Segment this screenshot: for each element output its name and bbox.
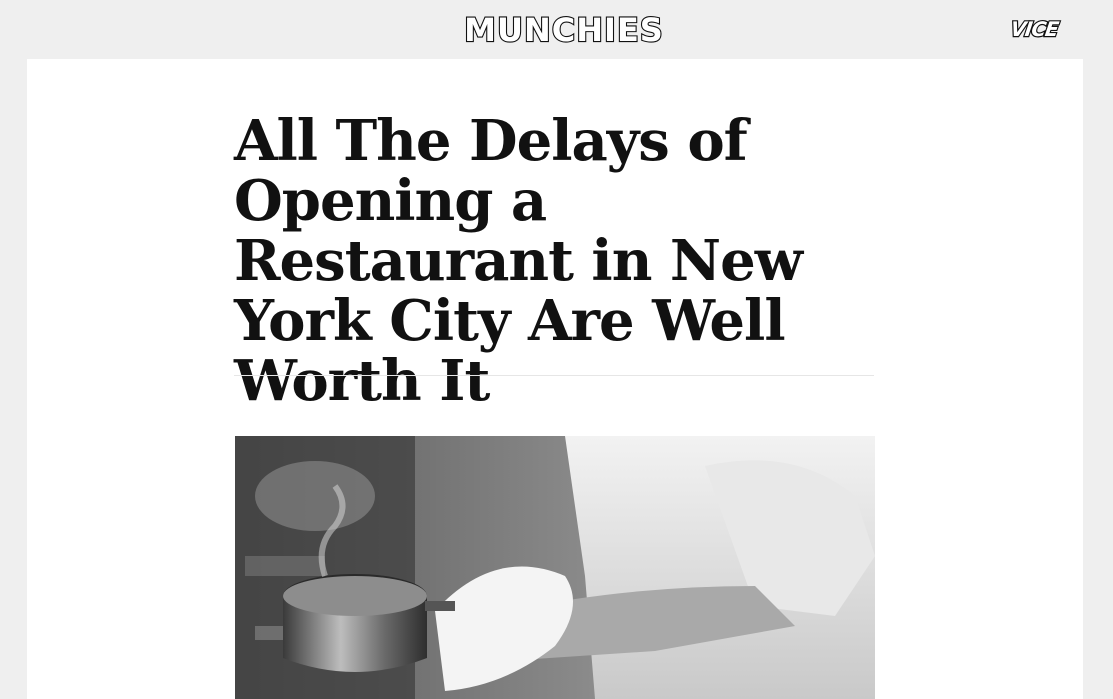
chef-photo-illustration xyxy=(235,436,875,699)
article-headline: All The Delays of Opening a Restaurant i… xyxy=(234,108,803,414)
munchies-logo[interactable]: MUNCHIES xyxy=(458,12,670,48)
site-header: MUNCHIES VICE xyxy=(0,0,1113,59)
vice-logo[interactable]: VICE xyxy=(1001,16,1065,42)
article-card: All The Delays of Opening a Restaurant i… xyxy=(27,59,1083,699)
headline-divider xyxy=(234,375,874,376)
hero-image xyxy=(235,436,875,699)
vice-logo-text: VICE xyxy=(1009,17,1061,41)
munchies-logo-text: MUNCHIES xyxy=(464,12,664,48)
